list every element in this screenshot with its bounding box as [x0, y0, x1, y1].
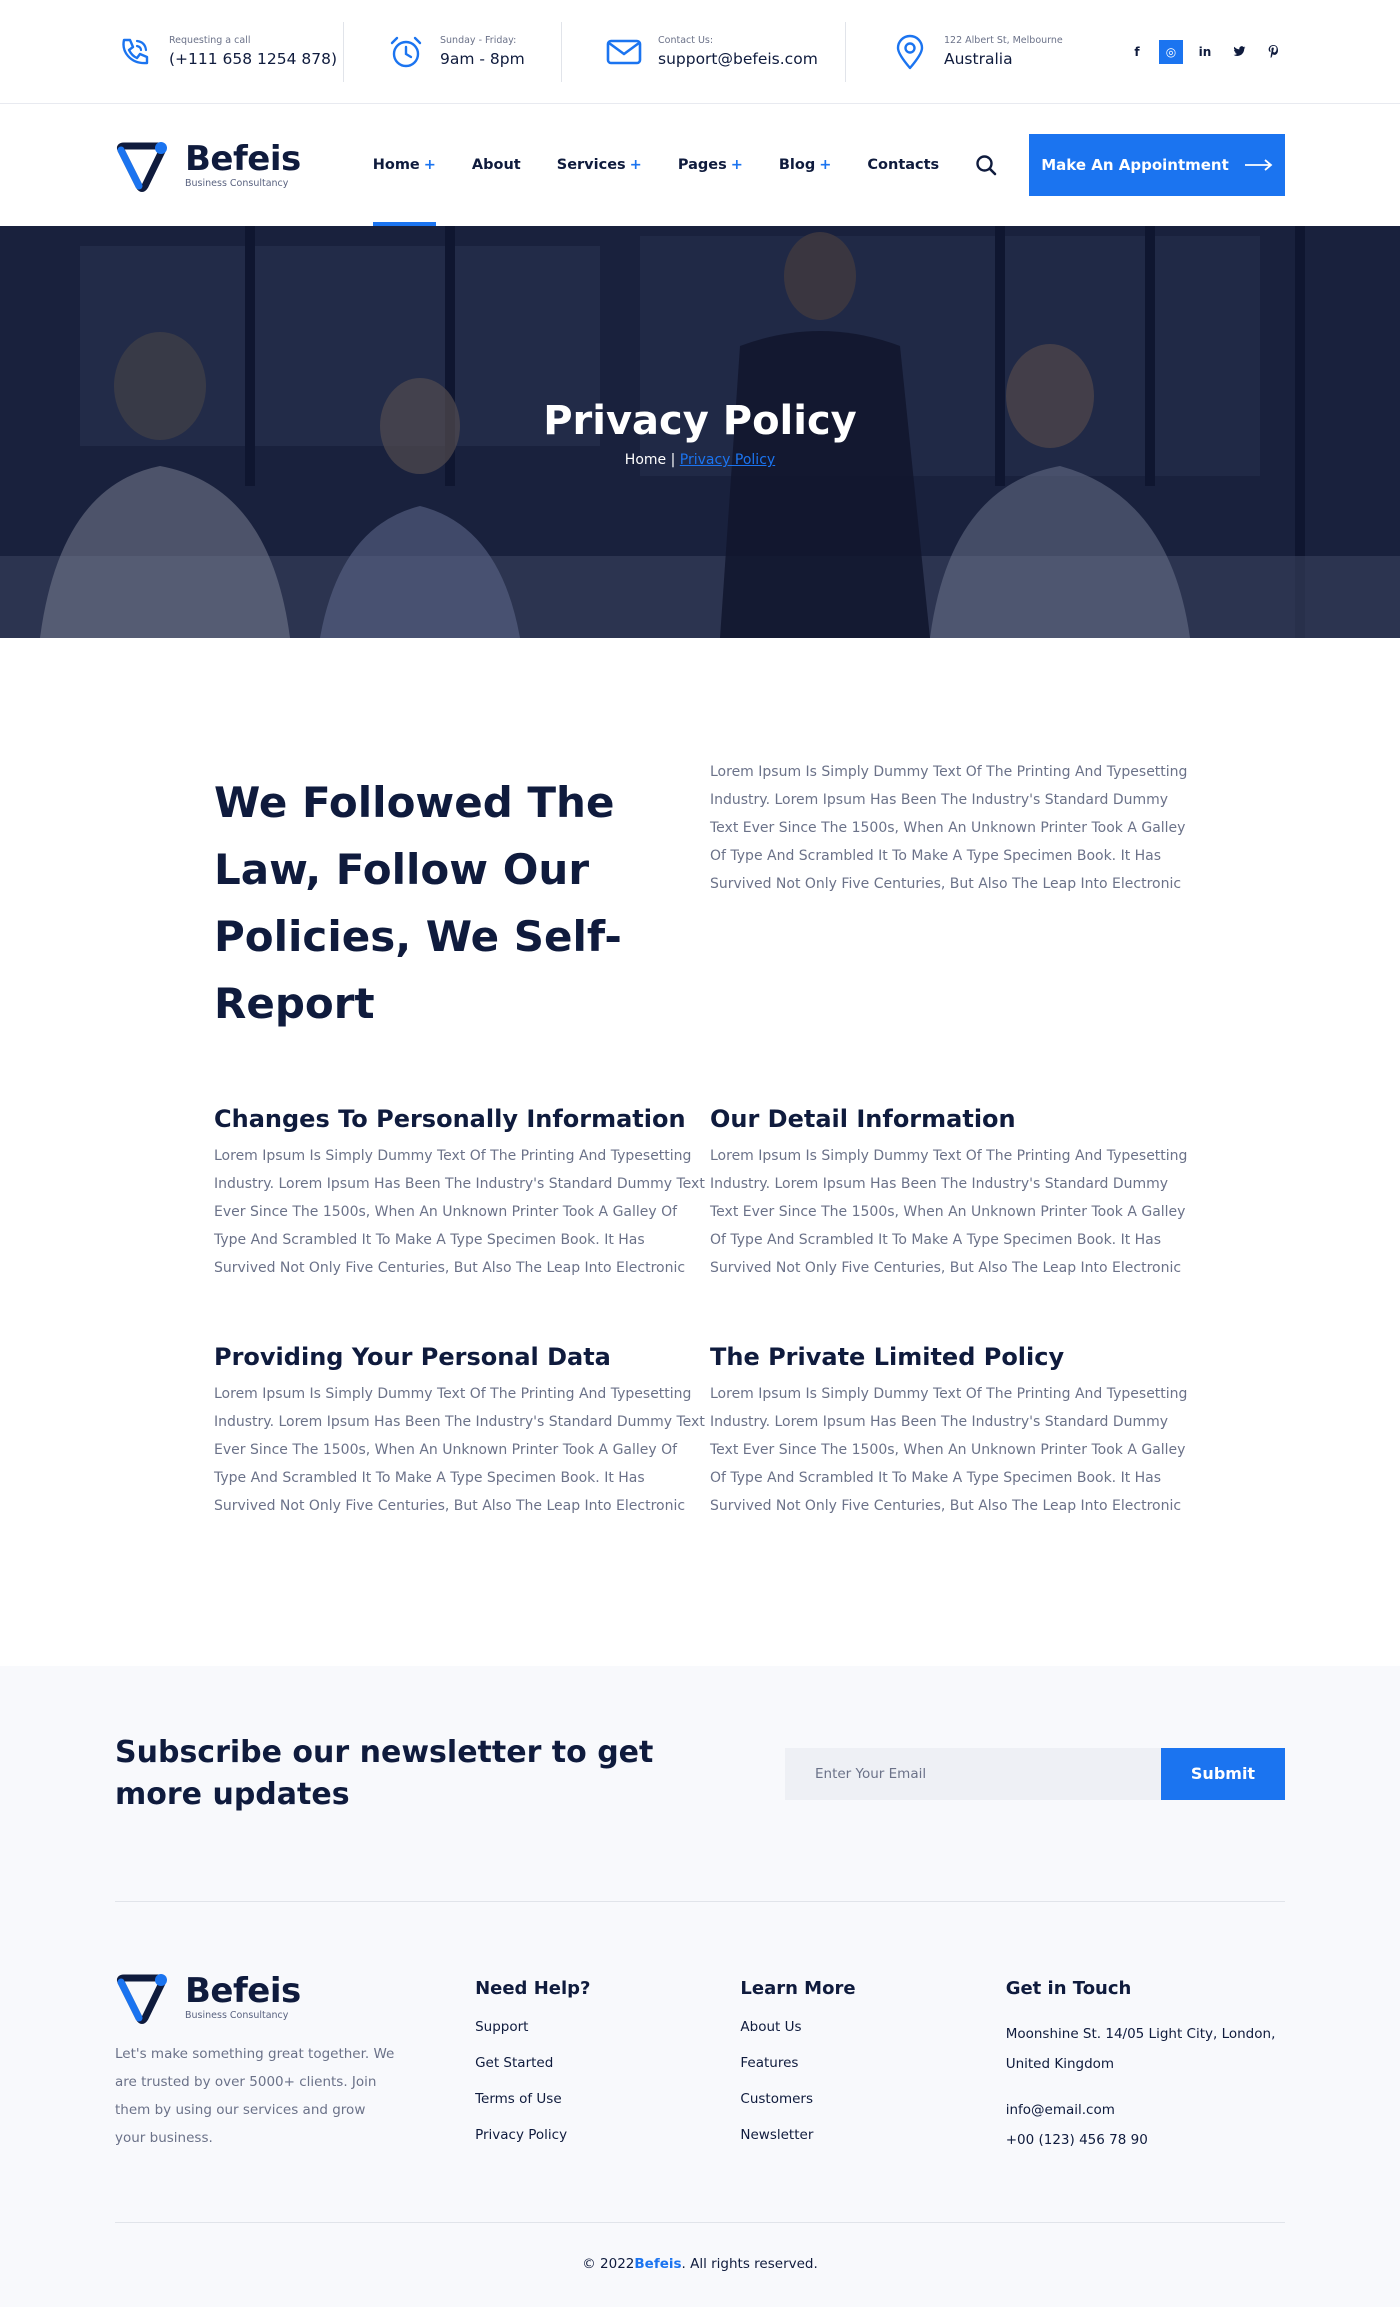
section-title: Changes To Personally Information: [214, 1105, 686, 1133]
policy-sections: Changes To Personally Information Lorem …: [214, 1104, 1400, 1520]
nav-pages[interactable]: Pages +: [678, 104, 743, 226]
breadcrumb-home[interactable]: Home: [625, 452, 666, 468]
nav-home[interactable]: Home +: [372, 104, 437, 226]
policy-section: The Private Limited Policy Lorem Ipsum I…: [710, 1342, 1200, 1520]
search-icon[interactable]: [975, 153, 999, 177]
brand-tagline: Business Consultancy: [185, 178, 289, 189]
section-text: Lorem Ipsum Is Simply Dummy Text Of The …: [710, 1386, 1188, 1514]
policy-section: Changes To Personally Information Lorem …: [214, 1104, 710, 1282]
page-hero: Privacy Policy Home | Privacy Policy: [0, 226, 1400, 638]
footer-link-features[interactable]: Features: [740, 2055, 798, 2071]
footer-learn: Learn More About Us Features Customers N…: [740, 1966, 1005, 2222]
twitter-icon[interactable]: [1227, 40, 1251, 64]
footer-address: Moonshine St. 14/05 Light City, London, …: [1005, 2026, 1276, 2072]
top-info-bar: Requesting a call (+111 658 1254 878) Su…: [0, 0, 1400, 104]
footer-link-support[interactable]: Support: [475, 2019, 528, 2035]
phone-icon: [122, 38, 149, 64]
footer-heading: Need Help?: [475, 1978, 591, 1999]
hours-value: 9am - 8pm: [440, 50, 525, 68]
nav-about[interactable]: About: [472, 104, 521, 226]
envelope-icon: [606, 39, 642, 64]
call-info[interactable]: Requesting a call (+111 658 1254 878): [115, 22, 343, 82]
email-info[interactable]: Contact Us: support@befeis.com: [561, 21, 845, 82]
newsletter-heading: Subscribe our newsletter to get more upd…: [115, 1734, 654, 1812]
section-text: Lorem Ipsum Is Simply Dummy Text Of The …: [214, 1386, 705, 1514]
footer-phone[interactable]: +00 (123) 456 78 90: [1006, 2132, 1148, 2148]
footer-link-about-us[interactable]: About Us: [740, 2019, 801, 2035]
intro-heading: We Followed The Law, Follow Our Policies…: [214, 778, 622, 1028]
facebook-icon[interactable]: f: [1125, 40, 1149, 64]
footer-about-text: Let's make something great together. We …: [115, 2046, 395, 2146]
brand-name: Befeis: [185, 139, 301, 179]
page-title: Privacy Policy: [543, 398, 857, 444]
email-label: Contact Us:: [658, 35, 714, 46]
section-text: Lorem Ipsum Is Simply Dummy Text Of The …: [710, 1148, 1188, 1276]
pinterest-icon[interactable]: [1261, 40, 1285, 64]
site-logo[interactable]: Befeis Business Consultancy: [115, 134, 301, 196]
map-pin-icon: [896, 34, 924, 69]
section-title: The Private Limited Policy: [710, 1343, 1065, 1371]
address-value: Australia: [944, 50, 1013, 68]
alarm-clock-icon: [390, 36, 422, 67]
plus-icon: +: [730, 157, 743, 173]
primary-nav: Home + About Services + Pages + Blog + Conta…: [372, 104, 999, 226]
footer-link-customers[interactable]: Customers: [740, 2091, 813, 2107]
copyright-suffix: . All rights reserved.: [681, 2256, 818, 2272]
footer-columns: Befeis Business Consultancy Let's make s…: [115, 1902, 1285, 2223]
footer-help: Need Help? Support Get Started Terms of …: [475, 1966, 740, 2222]
section-title: Providing Your Personal Data: [214, 1343, 611, 1371]
footer-heading: Get in Touch: [1005, 1978, 1132, 1999]
footer-link-newsletter[interactable]: Newsletter: [740, 2127, 813, 2143]
breadcrumb-separator: |: [666, 452, 680, 468]
copyright: © 2022 Befeis. All rights reserved.: [115, 2223, 1285, 2305]
dribbble-icon[interactable]: ◎: [1159, 39, 1183, 64]
newsletter-section: Subscribe our newsletter to get more upd…: [115, 1666, 1285, 1902]
footer-email[interactable]: info@email.com: [1006, 2102, 1115, 2118]
breadcrumb-current[interactable]: Privacy Policy: [680, 452, 775, 468]
hours-label: Sunday - Friday:: [440, 35, 517, 46]
main-navbar: Befeis Business Consultancy Home + About …: [0, 104, 1400, 226]
plus-icon: +: [629, 157, 642, 173]
plus-icon: +: [423, 157, 436, 173]
plus-icon: +: [819, 157, 832, 173]
newsletter-form: Submit: [785, 1747, 1285, 1800]
footer-link-get-started[interactable]: Get Started: [475, 2055, 553, 2071]
appointment-label: Make An Appointment: [1041, 156, 1229, 174]
befeis-logo-icon: [116, 142, 167, 192]
footer-heading: Learn More: [740, 1978, 856, 1999]
nav-services[interactable]: Services +: [557, 104, 642, 226]
call-number[interactable]: (+111 658 1254 878): [169, 50, 337, 68]
newsletter-submit-button[interactable]: Submit: [1161, 1747, 1285, 1800]
intro-block: We Followed The Law, Follow Our Policies…: [214, 764, 1400, 1037]
nav-blog[interactable]: Blog +: [779, 104, 832, 226]
arrow-right-icon: [1244, 159, 1273, 171]
address-label: 122 Albert St, Melbourne: [944, 35, 1063, 46]
address-info: 122 Albert St, Melbourne Australia: [845, 21, 1125, 82]
section-text: Lorem Ipsum Is Simply Dummy Text Of The …: [214, 1148, 705, 1276]
befeis-logo-icon: [116, 1974, 167, 2024]
social-links: f ◎ in: [1125, 39, 1285, 64]
footer-contact: Get in Touch Moonshine St. 14/05 Light C…: [1006, 1966, 1285, 2222]
make-appointment-button[interactable]: Make An Appointment: [1029, 134, 1285, 196]
policy-section: Providing Your Personal Data Lorem Ipsum…: [214, 1342, 710, 1520]
copyright-prefix: © 2022: [582, 2256, 635, 2272]
policy-section: Our Detail Information Lorem Ipsum Is Si…: [710, 1104, 1200, 1282]
footer-about: Befeis Business Consultancy Let's make s…: [115, 1966, 475, 2222]
footer-logo[interactable]: Befeis Business Consultancy: [115, 1966, 475, 2028]
site-footer: Subscribe our newsletter to get more upd…: [0, 1666, 1400, 2307]
brand-name: Befeis: [185, 1971, 301, 2011]
section-title: Our Detail Information: [710, 1105, 1016, 1133]
breadcrumb: Home | Privacy Policy: [0, 452, 1400, 468]
copyright-brand-link[interactable]: Befeis: [634, 2256, 681, 2272]
newsletter-email-input[interactable]: [785, 1747, 1161, 1800]
nav-contacts[interactable]: Contacts: [867, 104, 939, 226]
email-value[interactable]: support@befeis.com: [658, 50, 818, 68]
footer-link-terms[interactable]: Terms of Use: [475, 2091, 562, 2107]
hours-info: Sunday - Friday: 9am - 8pm: [343, 21, 561, 82]
footer-link-privacy[interactable]: Privacy Policy: [475, 2127, 567, 2143]
linkedin-icon[interactable]: in: [1193, 40, 1217, 64]
intro-text: Lorem Ipsum Is Simply Dummy Text Of The …: [710, 764, 1188, 892]
call-label: Requesting a call: [169, 35, 251, 46]
brand-tagline: Business Consultancy: [185, 2010, 289, 2021]
